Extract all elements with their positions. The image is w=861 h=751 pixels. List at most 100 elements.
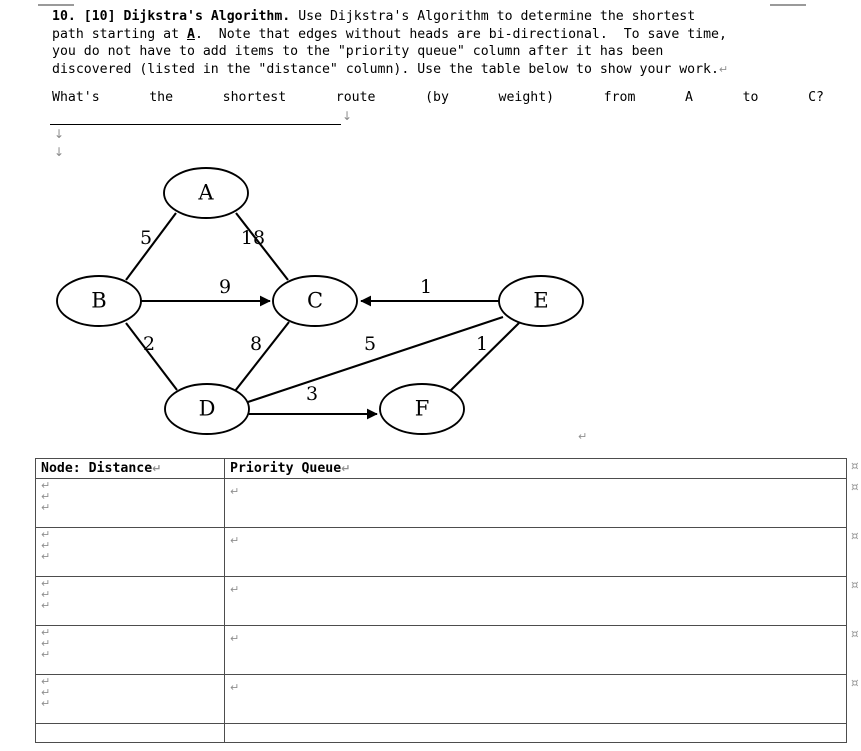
paragraph-mark: ↵ <box>41 697 51 710</box>
question-body-part-1: Use Dijkstra's Algorithm to determine th… <box>298 9 696 24</box>
dijkstra-graph-diagram: A B C D E F 5 18 9 2 8 1 5 1 3 <box>56 167 584 435</box>
edge-weight-E-C: 1 <box>420 276 432 298</box>
paragraph-mark: ↵ <box>41 528 51 541</box>
paragraph-mark-header-node: ↵ <box>152 462 162 475</box>
row-end-marker: ¤ <box>851 578 859 592</box>
subquestion-word-8: to <box>742 90 759 105</box>
paragraph-mark: ↵ <box>41 588 51 601</box>
subquestion-word-3: route <box>335 90 376 105</box>
table-header-label-node: Node: Distance <box>41 461 153 476</box>
table-cell-queue-1[interactable]: ↵ <box>224 478 847 528</box>
paragraph-mark: ↵ <box>41 577 51 590</box>
question-body-part-2: path starting at <box>52 26 180 42</box>
edge-weight-A-B: 5 <box>140 227 152 249</box>
subquestion-word-5: weight) <box>498 90 555 105</box>
edge-weight-B-C: 9 <box>219 276 231 298</box>
question-points: [10] <box>83 9 116 24</box>
question-line-3: you do not have to add items to the "pri… <box>52 43 832 61</box>
subquestion-word-2: shortest <box>222 90 287 105</box>
paragraph-mark: ↵ <box>230 583 240 596</box>
graph-nodes-group: A B C D E F <box>56 167 584 435</box>
cell-line-group: ↵ ↵ ↵ <box>41 578 219 611</box>
subquestion-word-4: (by <box>425 90 449 105</box>
question-body-part-3: . Note that edges without heads are bi-d… <box>194 26 727 42</box>
table-cell-queue-5[interactable]: ↵ <box>224 674 847 724</box>
paragraph-mark: ↵ <box>41 675 51 688</box>
subquestion-line: What's the shortest route (by weight) fr… <box>52 89 824 107</box>
edge-weight-D-F: 3 <box>306 383 318 405</box>
question-topic-title: Dijkstra's Algorithm. <box>123 9 291 24</box>
answer-blank-rule <box>50 124 341 125</box>
question-line-2: path starting at A. Note that edges with… <box>52 26 832 44</box>
paragraph-mark-header-queue: ↵ <box>341 462 351 475</box>
paragraph-mark: ↵ <box>41 626 51 639</box>
paragraph-mark: ↵ <box>230 534 240 547</box>
table-cell-queue-2[interactable]: ↵ <box>224 527 847 577</box>
paragraph-mark: ↵ <box>41 599 51 612</box>
table-row: ↵ ↵ ↵ ↵ <box>35 576 847 626</box>
table-cell-queue-6[interactable] <box>224 723 847 743</box>
paragraph-mark: ↵ <box>41 637 51 650</box>
row-end-marker: ¤ <box>851 529 859 543</box>
table-row <box>35 723 847 743</box>
cell-line-group: ↵ ↵ ↵ <box>41 627 219 660</box>
paragraph-mark: ↵ <box>41 550 51 563</box>
cell-line-group: ↵ ↵ ↵ <box>41 480 219 513</box>
table-header-label-queue: Priority Queue <box>230 461 342 476</box>
table-cell-node-6[interactable] <box>35 723 225 743</box>
paragraph-mark: ↵ <box>230 632 240 645</box>
edge-weight-D-C: 8 <box>250 333 262 355</box>
question-line-4: discovered (listed in the "distance" col… <box>52 61 832 79</box>
table-cell-node-5[interactable]: ↵ ↵ ↵ <box>35 674 225 724</box>
graph-node-label-D: D <box>199 397 216 421</box>
paragraph-mark: ↵ <box>41 686 51 699</box>
table-header-cell-queue: Priority Queue↵ <box>224 458 847 479</box>
edge-weight-A-C: 18 <box>241 227 265 249</box>
table-header-cell-node: Node: Distance↵ <box>35 458 225 479</box>
table-cell-queue-4[interactable]: ↵ <box>224 625 847 675</box>
subquestion-word-6: from <box>603 90 636 105</box>
page-margin-mark-left <box>38 4 74 6</box>
graph-node-label-B: B <box>91 289 106 313</box>
table-cell-queue-3[interactable]: ↵ <box>224 576 847 626</box>
paragraph-mark: ↵ <box>41 501 51 514</box>
row-end-marker: ¤ <box>851 459 859 473</box>
question-body-part-5: discovered (listed in the "distance" col… <box>52 61 719 77</box>
table-cell-node-2[interactable]: ↵ ↵ ↵ <box>35 527 225 577</box>
table-row: ↵ ↵ ↵ ↵ <box>35 674 847 724</box>
graph-node-label-F: F <box>415 397 430 421</box>
paragraph-mark: ↵ <box>230 485 240 498</box>
page-margin-mark-right <box>770 4 806 6</box>
subquestion-word-7: A <box>685 90 693 105</box>
paragraph-mark: ↵ <box>41 539 51 552</box>
edge-weight-B-D: 2 <box>143 333 155 355</box>
line-break-arrow-2: ↓ <box>54 127 65 141</box>
row-end-marker: ¤ <box>851 480 859 494</box>
table-cell-node-1[interactable]: ↵ ↵ ↵ <box>35 478 225 528</box>
table-cell-node-4[interactable]: ↵ ↵ ↵ <box>35 625 225 675</box>
paragraph-mark: ↵ <box>230 681 240 694</box>
table-cell-node-3[interactable]: ↵ ↵ ↵ <box>35 576 225 626</box>
question-body-part-4: you do not have to add items to the "pri… <box>52 44 664 60</box>
paragraph-mark: ↵ <box>41 648 51 661</box>
dijkstra-work-table: Node: Distance↵ Priority Queue↵ ↵ ↵ ↵ ↵ ↵ ↵… <box>35 458 847 743</box>
graph-node-label-A: A <box>197 181 214 205</box>
subquestion-word-1: the <box>149 90 174 105</box>
paragraph-mark: ↵ <box>41 479 51 492</box>
edge-weight-D-E: 5 <box>364 333 376 355</box>
question-number: 10. <box>52 9 76 24</box>
start-node-emphasis: A <box>187 26 195 42</box>
cell-line-group: ↵ ↵ ↵ <box>41 529 219 562</box>
subquestion-word-9: C? <box>808 90 824 105</box>
paragraph-mark-intro: ↵ <box>718 62 729 76</box>
question-line-1: 10. [10] Dijkstra's Algorithm. Use Dijks… <box>52 8 832 26</box>
table-row: ↵ ↵ ↵ ↵ <box>35 478 847 528</box>
graph-node-label-C: C <box>307 289 323 313</box>
line-break-arrow-3: ↓ <box>54 145 65 159</box>
subquestion-word-0: What's <box>52 90 100 105</box>
row-end-marker: ¤ <box>851 627 859 641</box>
graph-node-label-E: E <box>533 289 548 313</box>
cell-line-group: ↵ ↵ ↵ <box>41 676 219 709</box>
paragraph-mark-after-graph: ↵ <box>578 430 588 443</box>
edge-weight-E-F: 1 <box>476 333 488 355</box>
